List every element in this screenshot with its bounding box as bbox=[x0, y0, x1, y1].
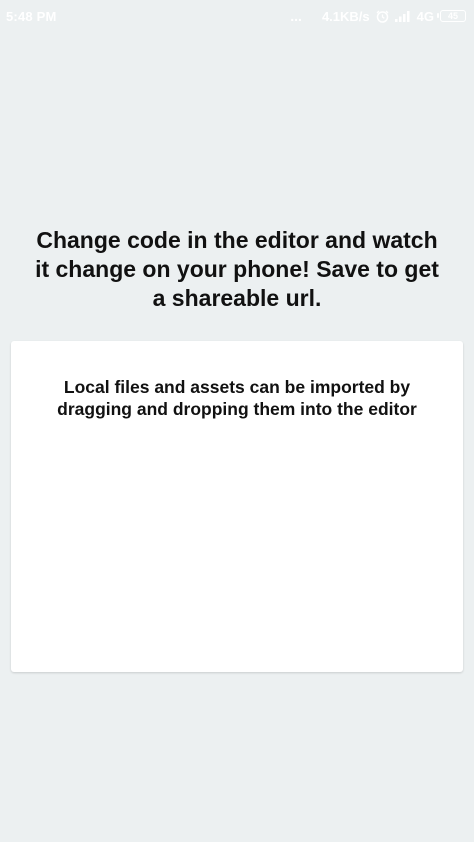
info-card: Local files and assets can be imported b… bbox=[11, 341, 463, 672]
battery-level: 45 bbox=[447, 11, 458, 21]
battery-icon: 45 bbox=[437, 10, 466, 22]
status-bar: 5:48 PM ... 4.1KB/s 4G 45 bbox=[0, 0, 474, 34]
notification-dots: ... bbox=[290, 8, 302, 24]
network-speed: 4.1KB/s bbox=[321, 8, 370, 24]
status-icons: ... 4.1KB/s 4G 45 bbox=[290, 8, 466, 24]
card-text: Local files and assets can be imported b… bbox=[57, 377, 417, 419]
status-time: 5:48 PM bbox=[6, 9, 57, 24]
alarm-icon bbox=[376, 10, 389, 23]
network-type: 4G bbox=[416, 8, 434, 24]
headline: Change code in the editor and watch it c… bbox=[35, 227, 439, 311]
signal-icon bbox=[394, 10, 411, 22]
